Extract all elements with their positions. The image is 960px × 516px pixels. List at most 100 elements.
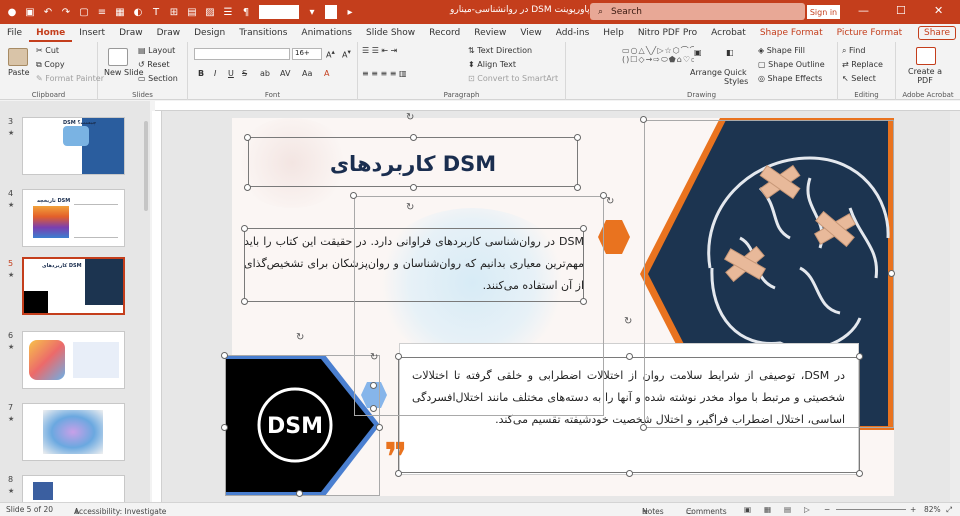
tab-draw-2[interactable]: Draw xyxy=(150,24,188,42)
paste-icon[interactable] xyxy=(8,48,28,66)
create-pdf-button[interactable]: Create a PDF xyxy=(904,67,946,85)
resize-handle[interactable] xyxy=(376,424,383,431)
resize-handle[interactable] xyxy=(574,134,581,141)
grow-font-icon[interactable]: A▴ xyxy=(326,48,335,60)
tab-slide-show[interactable]: Slide Show xyxy=(359,24,422,42)
grid-icon[interactable]: ▦ xyxy=(112,4,128,20)
resize-handle[interactable] xyxy=(626,353,633,360)
logo-selection-box[interactable] xyxy=(225,355,380,496)
title-selection-box[interactable] xyxy=(248,137,578,187)
shape-icon[interactable]: ◐ xyxy=(130,4,146,20)
resize-handle[interactable] xyxy=(244,184,251,191)
search-box[interactable]: ⌕ Search xyxy=(590,3,805,20)
vertical-scrollbar[interactable] xyxy=(950,111,960,502)
resize-handle[interactable] xyxy=(574,184,581,191)
tab-design[interactable]: Design xyxy=(187,24,232,42)
shape-effects-button[interactable]: ◎ Shape Effects xyxy=(758,74,822,83)
resize-handle[interactable] xyxy=(370,382,377,389)
find-button[interactable]: ⌕ Find xyxy=(842,46,865,56)
tab-draw[interactable]: Draw xyxy=(112,24,150,42)
resize-handle[interactable] xyxy=(626,470,633,477)
shape-outline-button[interactable]: ▢ Shape Outline xyxy=(758,60,825,69)
rotate-handle-icon[interactable]: ↻ xyxy=(406,202,414,213)
tab-record[interactable]: Record xyxy=(422,24,467,42)
thumbnail-image[interactable]: DSM چیست؟ xyxy=(22,117,125,175)
share-button[interactable]: Share xyxy=(918,26,956,40)
zoom-out-icon[interactable]: − xyxy=(824,505,830,514)
resize-handle[interactable] xyxy=(856,470,863,477)
font-color-box[interactable] xyxy=(259,5,299,19)
resize-handle[interactable] xyxy=(370,405,377,412)
resize-handle[interactable] xyxy=(221,424,228,431)
color-icon[interactable]: ▾ xyxy=(304,4,320,20)
resize-handle[interactable] xyxy=(580,298,587,305)
section-button[interactable]: ▭ Section xyxy=(138,74,178,83)
shrink-font-icon[interactable]: A▾ xyxy=(342,48,351,60)
chart-icon[interactable]: ▤ xyxy=(184,4,200,20)
format-icon[interactable]: ¶ xyxy=(238,4,254,20)
case-icon[interactable]: Aa xyxy=(302,69,312,78)
autosave-icon[interactable]: ● xyxy=(4,4,20,20)
resize-handle[interactable] xyxy=(410,184,417,191)
tab-review[interactable]: Review xyxy=(467,24,513,42)
resize-handle[interactable] xyxy=(410,134,417,141)
shapes-gallery[interactable]: ▭○△╲╱▷☆⬡⌒⌒{}()☐◇→⇨⬭⬟⌂♡▭▯ xyxy=(622,46,694,84)
tab-insert[interactable]: Insert xyxy=(72,24,112,42)
text-direction-button[interactable]: ⇅ Text Direction xyxy=(468,46,532,55)
font-name-combo[interactable] xyxy=(194,48,290,60)
rotate-handle-icon[interactable]: ↻ xyxy=(606,196,614,207)
arrange-button[interactable]: Arrange xyxy=(690,68,722,77)
resize-handle[interactable] xyxy=(244,134,251,141)
thumbnails-scrollbar[interactable] xyxy=(144,121,148,211)
bullets-icon[interactable]: ☰ ☰ ⇤ ⇥ xyxy=(362,46,397,55)
resize-handle[interactable] xyxy=(296,490,303,497)
cut-button[interactable]: ✂ Cut xyxy=(36,46,59,55)
thumbnail-image[interactable] xyxy=(22,403,125,461)
resize-handle[interactable] xyxy=(640,424,647,431)
tab-home[interactable]: Home xyxy=(29,24,73,42)
resize-handle[interactable] xyxy=(241,298,248,305)
strikethrough-button[interactable]: S xyxy=(242,69,247,78)
align-icon[interactable]: ☰ xyxy=(220,4,236,20)
zoom-in-icon[interactable]: + xyxy=(910,505,916,514)
italic-button[interactable]: I xyxy=(214,69,216,78)
rotate-handle-icon[interactable]: ↻ xyxy=(624,316,632,327)
undo-icon[interactable]: ↶ xyxy=(40,4,56,20)
reset-button[interactable]: ↺ Reset xyxy=(138,60,170,69)
group-selection-box[interactable] xyxy=(354,196,604,416)
tab-help[interactable]: Help xyxy=(596,24,631,42)
resize-handle[interactable] xyxy=(350,192,357,199)
tab-nitro[interactable]: Nitro PDF Pro xyxy=(631,24,704,42)
text-icon[interactable]: T xyxy=(148,4,164,20)
quick-styles-button[interactable]: Quick Styles xyxy=(724,68,752,86)
more-icon[interactable]: ▸ xyxy=(342,4,358,20)
font-color-icon[interactable]: A xyxy=(324,69,329,78)
arrange-icon[interactable]: ▣ xyxy=(694,48,702,57)
resize-handle[interactable] xyxy=(221,352,228,359)
shape-fill-button[interactable]: ◈ Shape Fill xyxy=(758,46,805,55)
close-icon[interactable]: ✕ xyxy=(934,4,943,17)
resize-handle[interactable] xyxy=(395,353,402,360)
minimize-icon[interactable]: — xyxy=(858,4,869,17)
underline-button[interactable]: U xyxy=(228,69,234,78)
tab-file[interactable]: File xyxy=(0,24,29,42)
bold-button[interactable]: B xyxy=(198,69,204,78)
zoom-slider[interactable] xyxy=(836,509,906,510)
redo-icon[interactable]: ↷ xyxy=(58,4,74,20)
tab-transitions[interactable]: Transitions xyxy=(232,24,294,42)
thumbnail-image-selected[interactable]: کاربردهای DSM xyxy=(22,257,125,315)
shadow-icon[interactable]: ab xyxy=(260,69,270,78)
save-icon[interactable]: ▣ xyxy=(22,4,38,20)
tab-shape-format[interactable]: Shape Format xyxy=(753,24,830,42)
select-button[interactable]: ↖ Select xyxy=(842,74,876,83)
maximize-icon[interactable]: ☐ xyxy=(896,4,906,17)
tab-add-ins[interactable]: Add-ins xyxy=(549,24,597,42)
tab-acrobat[interactable]: Acrobat xyxy=(704,24,753,42)
rotate-handle-icon[interactable]: ↻ xyxy=(406,112,414,123)
resize-handle[interactable] xyxy=(856,353,863,360)
format-painter-button[interactable]: ✎ Format Painter xyxy=(36,74,104,83)
present-icon[interactable]: ▢ xyxy=(76,4,92,20)
thumbnail-image[interactable] xyxy=(22,475,125,503)
thumbnail-image[interactable]: تاریخچه DSM xyxy=(22,189,125,247)
resize-handle[interactable] xyxy=(888,270,895,277)
